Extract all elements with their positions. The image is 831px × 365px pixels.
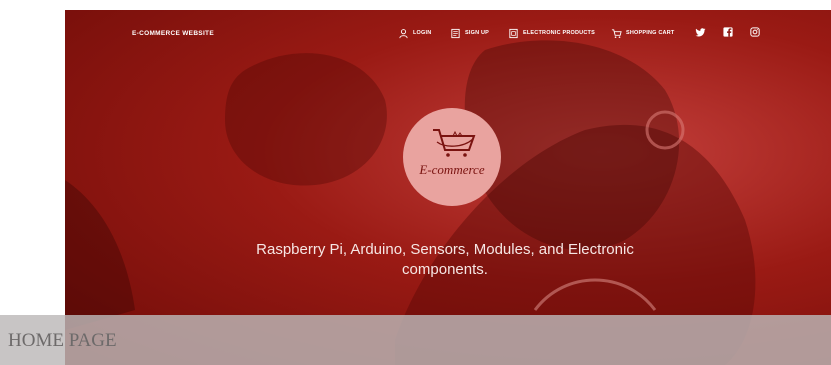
facebook-icon[interactable] <box>721 25 735 39</box>
nav-electronic-products[interactable]: ELECTRONIC PRODUCTS <box>508 26 595 40</box>
user-icon <box>399 28 408 38</box>
nav-login[interactable]: LOGIN <box>398 26 431 40</box>
hero-tagline: Raspberry Pi, Arduino, Sensors, Modules,… <box>185 240 705 280</box>
nav-login-label: LOGIN <box>413 30 432 36</box>
hero-tagline-line-2: components. <box>402 261 488 278</box>
shopping-cart-logo-icon: E-commerce <box>418 129 485 177</box>
nav-shopping-cart[interactable]: SHOPPING CART <box>611 26 674 40</box>
hero-banner: E-COMMERCE WEBSITE LOGIN SIGN UP ELECTRO… <box>65 10 831 365</box>
instagram-icon[interactable] <box>748 25 762 39</box>
nav-shopping-cart-label: SHOPPING CART <box>626 30 675 36</box>
site-logo: E-commerce <box>403 108 501 206</box>
cart-icon <box>611 28 622 38</box>
twitter-icon[interactable] <box>693 25 707 39</box>
signup-icon <box>451 28 460 38</box>
logo-text: E-commerce <box>418 162 484 177</box>
page-title: HOME PAGE <box>8 330 117 351</box>
product-icon <box>509 28 518 38</box>
brand-link[interactable]: E-COMMERCE WEBSITE <box>132 30 214 37</box>
nav-sign-up[interactable]: SIGN UP <box>450 26 489 40</box>
top-navigation-bar: E-COMMERCE WEBSITE LOGIN SIGN UP ELECTRO… <box>65 10 831 54</box>
nav-sign-up-label: SIGN UP <box>465 30 490 36</box>
nav-electronic-products-label: ELECTRONIC PRODUCTS <box>523 30 595 36</box>
hero-tagline-line-1: Raspberry Pi, Arduino, Sensors, Modules,… <box>256 241 634 258</box>
caption-band <box>0 315 831 365</box>
